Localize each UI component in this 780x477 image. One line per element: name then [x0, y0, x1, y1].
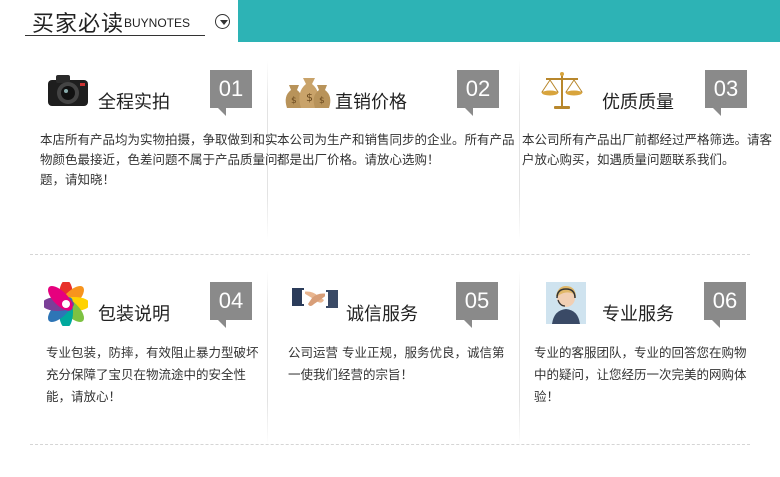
camera-icon	[44, 70, 92, 114]
feature-card-service: 诚信服务 05 公司运营 专业正规，服务优良，诚信第一使我们经营的宗旨！	[288, 282, 538, 477]
feature-card-photo: 全程实拍 01 本店所有产品均为实物拍摄，争取做到和实物颜色最接近，色差问题不属…	[40, 70, 290, 265]
feature-card-quality: 优质质量 03 本公司所有产品出厂前都经过严格筛选。请客户放心购买，如遇质量问题…	[522, 70, 772, 265]
card-description: 专业包装，防摔，有效阻止暴力型破坏充分保障了宝贝在物流途中的安全性能，请放心！	[46, 345, 259, 404]
page-title: 买家必读	[32, 12, 125, 37]
card-description: 本公司所有产品出厂前都经过严格筛选。请客户放心购买，如遇质量问题联系我们。	[522, 132, 773, 167]
scales-icon	[540, 70, 588, 114]
svg-text:$: $	[306, 91, 313, 104]
page-subtitle: BUYNOTES	[124, 16, 191, 30]
card-number-badge: 06	[704, 282, 746, 328]
title-underline	[25, 35, 205, 36]
card-title: 专业服务	[602, 304, 674, 325]
card-title: 优质质量	[602, 92, 674, 113]
card-title: 直销价格	[335, 92, 407, 113]
title-tab: 买家必读 BUYNOTES	[0, 0, 238, 42]
card-title: 包装说明	[98, 304, 170, 325]
card-description: 专业的客服团队，专业的回答您在购物中的疑问，让您经历一次完美的网购体验！	[534, 345, 747, 404]
chevron-down-circle-icon[interactable]	[215, 14, 230, 29]
card-description: 本公司为生产和销售同步的企业。所有产品都是出厂价格。请放心选购！	[277, 132, 515, 167]
svg-text:$: $	[291, 96, 297, 106]
svg-text:$: $	[319, 96, 325, 106]
money-bag-icon: $ $ $	[281, 70, 331, 114]
card-title: 全程实拍	[98, 92, 170, 113]
card-title: 诚信服务	[346, 304, 418, 325]
feature-card-price: $ $ $ 直销价格 02 本公司为生产和销售同步的企业。所有产品都是出厂价格。…	[277, 70, 527, 265]
feature-card-support: 专业服务 06 专业的客服团队，专业的回答您在购物中的疑问，让您经历一次完美的网…	[534, 282, 780, 477]
card-number-badge: 05	[456, 282, 498, 328]
card-number-badge: 04	[210, 282, 252, 328]
color-wheel-icon	[42, 280, 92, 328]
header-bar: 买家必读 BUYNOTES	[0, 0, 780, 42]
card-description: 公司运营 专业正规，服务优良，诚信第一使我们经营的宗旨！	[288, 345, 505, 382]
card-description: 本店所有产品均为实物拍摄，争取做到和实物颜色最接近，色差问题不属于产品质量问题，…	[40, 132, 278, 187]
card-number-badge: 01	[210, 70, 252, 116]
handshake-icon	[292, 282, 340, 326]
card-number-badge: 02	[457, 70, 499, 116]
card-number-badge: 03	[705, 70, 747, 116]
headset-agent-icon	[546, 282, 594, 326]
feature-card-packing: 包装说明 04 专业包装，防摔，有效阻止暴力型破坏充分保障了宝贝在物流途中的安全…	[40, 280, 290, 477]
